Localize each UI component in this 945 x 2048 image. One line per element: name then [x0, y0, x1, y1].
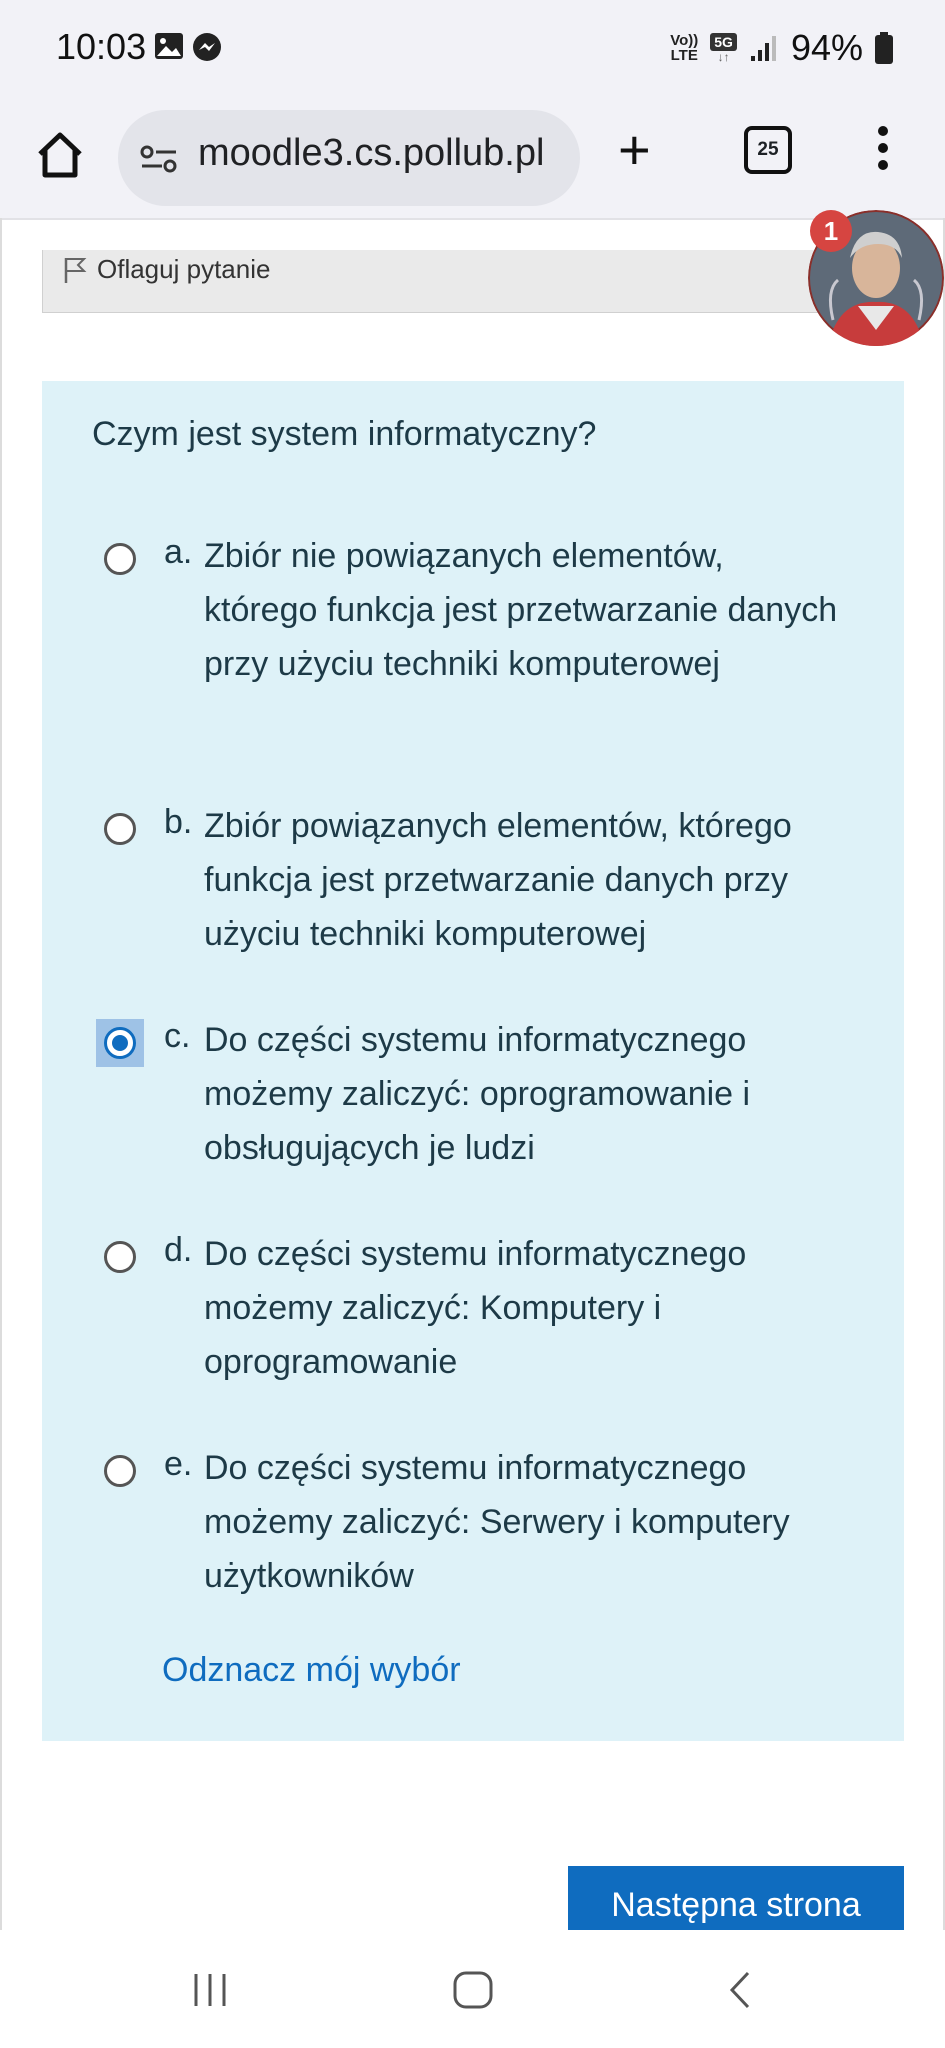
flag-question-link[interactable]: Oflaguj pytanie: [63, 254, 270, 285]
answer-letter-b: b.: [164, 803, 193, 841]
5g-indicator: 5G ↓↑: [710, 33, 737, 63]
notification-badge: 1: [810, 210, 852, 252]
next-page-button[interactable]: Następna strona: [568, 1866, 904, 1930]
answer-radio-e[interactable]: [104, 1455, 136, 1487]
flag-question-label: Oflaguj pytanie: [97, 254, 271, 284]
answer-radio-b[interactable]: [104, 813, 136, 845]
home-nav-icon[interactable]: [452, 1970, 494, 2010]
volte-indicator: Vo)) LTE: [670, 32, 699, 64]
signal-icon: [750, 36, 776, 61]
question-info-box: Oflaguj pytanie: [42, 250, 906, 313]
page-border-left: [0, 218, 2, 1930]
answer-text-e: Do części systemu informatycznego możemy…: [204, 1449, 790, 1595]
answer-letter-d: d.: [164, 1231, 193, 1269]
answer-text-d: Do części systemu informatycznego możemy…: [204, 1235, 747, 1381]
question-text: Czym jest system informatyczny?: [92, 415, 597, 453]
flag-icon: [64, 257, 87, 283]
clear-choice-link[interactable]: Odznacz mój wybór: [162, 1651, 461, 1690]
tab-switcher-button[interactable]: 25: [744, 126, 792, 174]
answer-letter-a: a.: [164, 533, 193, 571]
more-menu-icon[interactable]: [876, 124, 890, 172]
system-nav-bar: [0, 1930, 945, 2048]
battery-percent: 94%: [790, 27, 863, 68]
new-tab-icon[interactable]: +: [618, 122, 651, 178]
messenger-notification-icon: [193, 33, 221, 61]
answer-radio-a[interactable]: [104, 543, 136, 575]
answer-radio-c[interactable]: [104, 1027, 136, 1059]
gallery-notification-icon: [155, 33, 183, 59]
status-time: 10:03: [56, 26, 147, 67]
answer-text-c: Do części systemu informatycznego możemy…: [204, 1021, 751, 1167]
browser-toolbar: moodle3.cs.pollub.pl + 25: [0, 100, 945, 220]
home-icon[interactable]: [36, 130, 84, 180]
answer-radio-d[interactable]: [104, 1241, 136, 1273]
url-text[interactable]: moodle3.cs.pollub.pl: [198, 132, 578, 175]
status-bar: 10:03 Vo)) LTE 5G ↓↑ 94%: [0, 0, 945, 100]
answer-letter-e: e.: [164, 1445, 193, 1483]
answer-letter-c: c.: [164, 1017, 191, 1055]
back-icon[interactable]: [724, 1970, 754, 2010]
question-box: Czym jest system informatyczny? a. Zbiór…: [42, 381, 904, 1741]
site-settings-icon[interactable]: [140, 144, 178, 174]
answer-text-a: Zbiór nie powiązanych elementów, którego…: [204, 537, 838, 683]
answer-text-b: Zbiór powiązanych elementów, którego fun…: [204, 807, 792, 953]
status-right: Vo)) LTE 5G ↓↑ 94%: [670, 26, 893, 70]
battery-icon: [875, 32, 893, 64]
address-bar[interactable]: moodle3.cs.pollub.pl: [118, 110, 580, 206]
recent-apps-icon[interactable]: [190, 1970, 230, 2010]
